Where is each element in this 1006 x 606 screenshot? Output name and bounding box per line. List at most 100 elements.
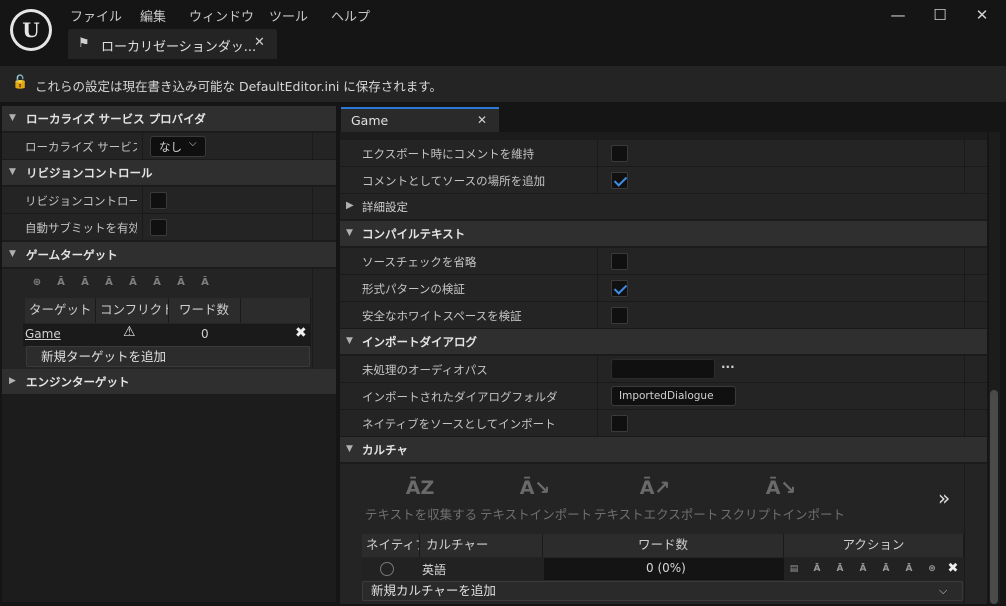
section-title: リビジョンコントロール [26, 166, 153, 180]
column-header-conflicts[interactable]: コンフリクト [96, 298, 169, 323]
advanced-settings-toggle[interactable]: ▶ 詳細設定 [340, 194, 987, 220]
tool-label: テキストを収集する [365, 507, 478, 522]
column-header-native[interactable]: ネイティブ [362, 534, 420, 557]
collapse-arrow-icon: ▼ [346, 228, 353, 238]
import-script-button[interactable]: Ā↘ スクリプトインポート [720, 472, 846, 528]
imported-dialogue-folder-input[interactable]: ImportedDialogue [611, 386, 736, 406]
export-text-icon[interactable]: Ā [76, 274, 94, 292]
column-divider [964, 383, 965, 410]
export-text-button[interactable]: Ā↗ テキストエクスポート [594, 472, 718, 528]
import-text-icon[interactable]: Ā [809, 561, 825, 577]
section-compile-text[interactable]: ▼ コンパイルテキスト [340, 221, 987, 247]
scrollbar[interactable] [989, 132, 1000, 604]
add-target-button[interactable]: 新規ターゲットを追加 [26, 346, 310, 367]
close-window-icon[interactable]: ✕ [970, 4, 994, 26]
count-words-icon[interactable]: Ā [172, 274, 190, 292]
row-label: エクスポート時にコメントを維持 [362, 147, 535, 161]
section-import-dialogue[interactable]: ▼ インポートダイアログ [340, 329, 987, 355]
add-culture-dropdown[interactable]: 新規カルチャーを追加 ⌵ [362, 581, 963, 601]
keep-comments-checkbox[interactable] [611, 145, 628, 162]
menu-window[interactable]: ウィンドウ [189, 6, 254, 25]
row-validate-whitespace: 安全なホワイトスペースを検証 [340, 302, 987, 329]
column-header-word-count[interactable]: ワード数 [169, 298, 241, 323]
column-divider [597, 302, 598, 329]
tab-localization-dashboard[interactable]: ⚑ ローカリゼーションダッ... ✕ [68, 29, 277, 59]
service-dropdown[interactable]: なし ⌵ [150, 136, 206, 157]
row-imported-dialogue-folder: インポートされたダイアログフォルダ ImportedDialogue [340, 383, 987, 410]
validate-whitespace-checkbox[interactable] [611, 307, 628, 324]
delete-culture-icon[interactable]: ✖ [945, 561, 961, 577]
delete-target-icon[interactable]: ✖ [295, 325, 307, 341]
section-title: コンパイルテキスト [362, 227, 466, 241]
collapse-arrow-icon: ▼ [9, 167, 16, 177]
tool-label: スクリプトインポート [720, 507, 846, 522]
import-dialogue-script-icon[interactable]: Ā [855, 561, 871, 577]
row-keep-comments-on-export: エクスポート時にコメントを維持 [340, 140, 987, 167]
target-name-link[interactable]: Game [25, 327, 61, 341]
section-game-targets[interactable]: ▼ ゲームターゲット [2, 242, 336, 268]
close-tab-icon[interactable]: ✕ [477, 113, 487, 127]
row-label: 形式パターンの検証 [362, 282, 465, 296]
column-header-word-count[interactable]: ワード数 [543, 534, 784, 557]
row-revision-control: リビジョンコントロール: [2, 187, 336, 214]
import-text-icon[interactable]: Ā [52, 274, 70, 292]
column-header-actions[interactable]: アクション [784, 534, 964, 557]
close-tab-icon[interactable]: ✕ [254, 35, 265, 50]
export-dialogue-script-icon[interactable]: Ā [124, 274, 142, 292]
export-dialogue-script-icon[interactable]: Ā [878, 561, 894, 577]
chevron-down-icon: ⌵ [939, 584, 948, 597]
import-dialogue-icon[interactable]: Ā [901, 561, 917, 577]
import-script-icon: Ā↘ [765, 477, 797, 499]
maximize-icon[interactable]: ☐ [928, 4, 952, 26]
info-bar: 🔓 これらの設定は現在書き込み可能な DefaultEditor.ini に保存… [0, 66, 1006, 102]
menu-edit[interactable]: 編集 [140, 6, 166, 25]
import-text-button[interactable]: Ā↘ テキストインポート [480, 472, 592, 528]
more-tools-icon[interactable]: » [938, 486, 950, 510]
add-source-location-checkbox[interactable] [611, 172, 628, 189]
right-panel: エクスポート時にコメントを維持 コメントとしてソースの場所を追加 ▶ 詳細設定 … [340, 132, 987, 604]
compile-icon[interactable]: ⊛ [924, 561, 940, 577]
column-header-culture[interactable]: カルチャー [420, 534, 543, 557]
import-dialogue-script-icon[interactable]: Ā [100, 274, 118, 292]
browse-icon[interactable]: ··· [721, 360, 735, 374]
menu-help[interactable]: ヘルプ [331, 6, 370, 25]
collapse-arrow-icon: ▼ [346, 336, 353, 346]
validate-format-checkbox[interactable] [611, 280, 628, 297]
menu-tools[interactable]: ツール [269, 6, 308, 25]
chevron-down-icon: ⌵ [189, 138, 197, 149]
column-divider [597, 410, 598, 437]
culture-name: 英語 [422, 563, 447, 577]
section-cultures[interactable]: ▼ カルチャ [340, 437, 987, 463]
column-header-target[interactable]: ターゲット [25, 298, 96, 323]
row-raw-audio-path: 未処理のオーディオパス ··· [340, 356, 987, 383]
menu-file[interactable]: ファイル [70, 6, 122, 25]
column-divider [142, 187, 143, 214]
skip-source-check-checkbox[interactable] [611, 253, 628, 270]
section-localization-service[interactable]: ▼ ローカライズ サービス プロバイダ [2, 106, 336, 132]
scrollbar-thumb[interactable] [990, 390, 998, 604]
section-revision-control[interactable]: ▼ リビジョンコントロール [2, 160, 336, 186]
minimize-icon[interactable]: — [886, 4, 910, 26]
edit-culture-icon[interactable]: ▤ [786, 561, 802, 577]
column-divider [964, 464, 965, 604]
row-add-source-location: コメントとしてソースの場所を追加 [340, 167, 987, 194]
import-dialogue-icon[interactable]: Ā [148, 274, 166, 292]
column-divider [597, 356, 598, 383]
native-culture-radio[interactable] [380, 562, 394, 576]
table-row[interactable]: Game ⚠ 0 ✖ [23, 324, 311, 346]
compile-text-icon[interactable]: Ā [196, 274, 214, 292]
import-native-checkbox[interactable] [611, 415, 628, 432]
auto-submit-checkbox[interactable] [150, 219, 167, 236]
row-label: ネイティブをソースとしてインポート [362, 417, 556, 431]
tab-game[interactable]: Game ✕ [341, 107, 499, 132]
section-engine-targets[interactable]: ▶ エンジンターゲット [2, 369, 336, 395]
table-row[interactable]: 英語 0 (0%) [362, 558, 963, 580]
raw-audio-path-input[interactable] [611, 359, 715, 379]
column-divider [964, 248, 965, 275]
export-text-icon[interactable]: Ā [832, 561, 848, 577]
tab-label: ローカリゼーションダッ... [101, 40, 257, 55]
gather-text-button[interactable]: ĀZ テキストを収集する [365, 472, 478, 528]
revision-control-checkbox[interactable] [150, 192, 167, 209]
gather-text-icon[interactable]: ⊛ [28, 274, 46, 292]
expand-arrow-icon: ▶ [9, 376, 16, 386]
